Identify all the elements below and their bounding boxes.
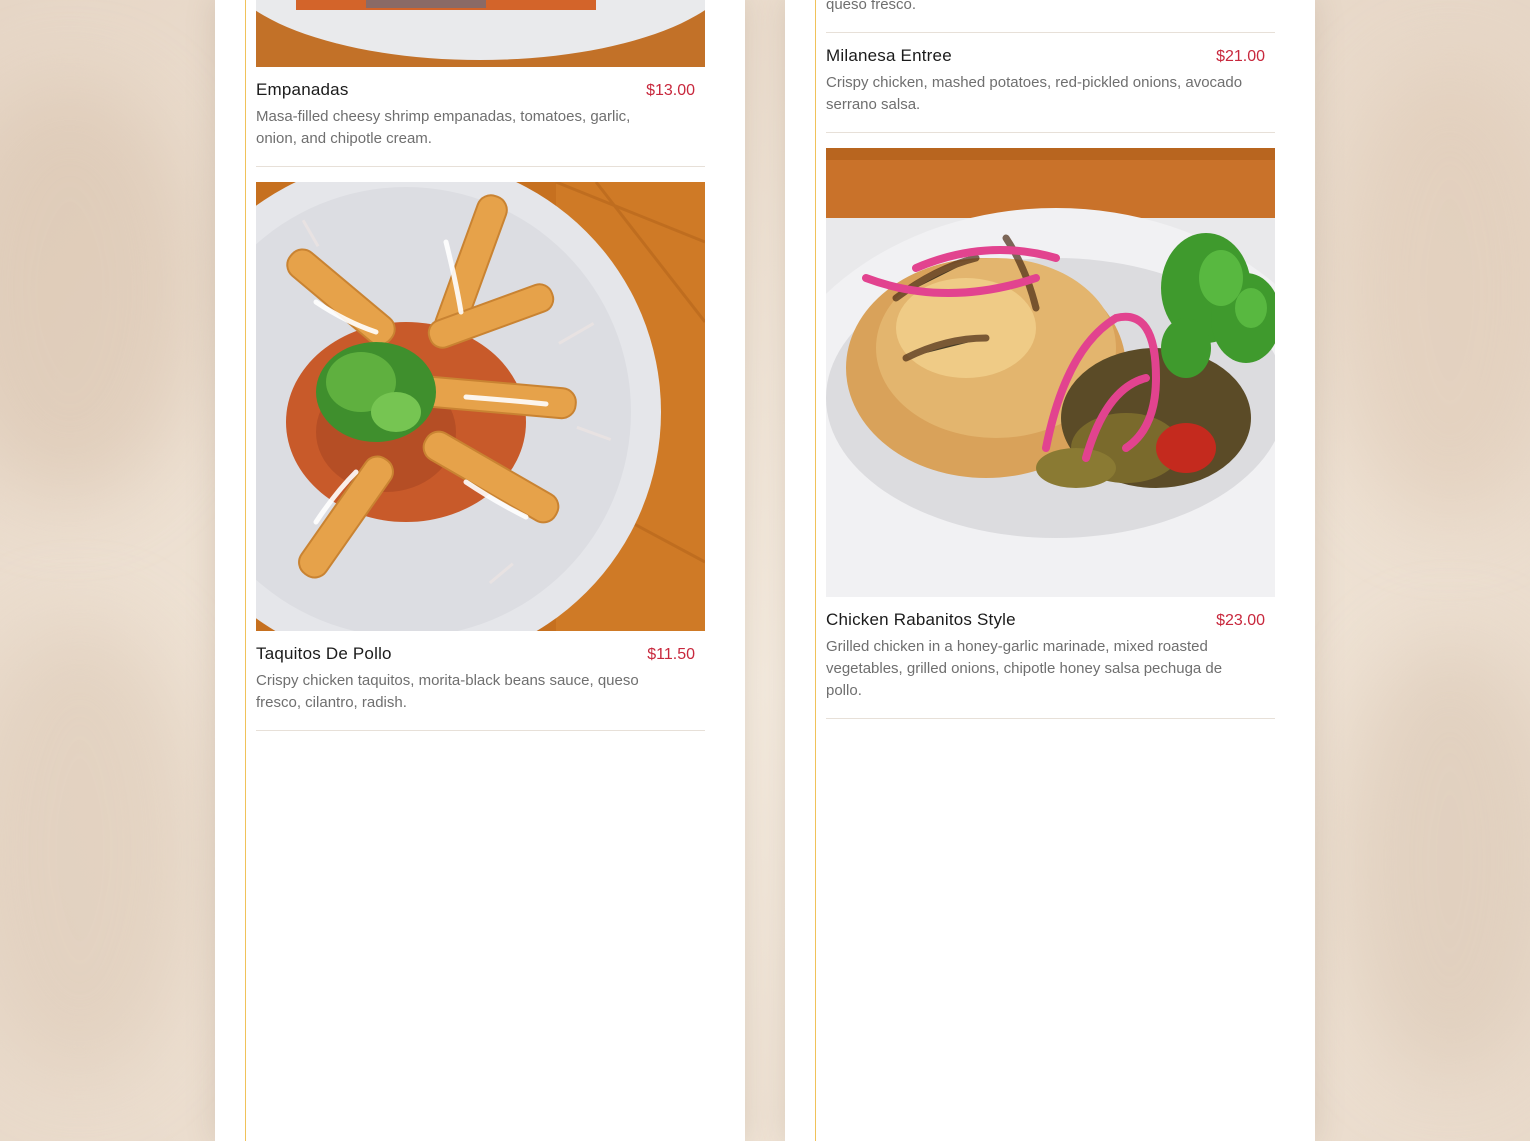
- divider: [256, 166, 705, 167]
- item-name: Milanesa Entree: [826, 46, 952, 65]
- item-price: $13.00: [646, 82, 695, 99]
- item-price: $11.50: [647, 646, 695, 663]
- empanadas-photo: [256, 0, 705, 67]
- item-name: Empanadas: [256, 80, 349, 99]
- item-description: Crispy chicken, mashed potatoes, red-pic…: [826, 74, 1243, 113]
- item-price: $21.00: [1216, 48, 1265, 65]
- background-blob: [0, 620, 200, 1080]
- menu-column-right: queso fresco. Milanesa Entree $21.00 Cri…: [785, 0, 1315, 1141]
- item-name: Taquitos De Pollo: [256, 644, 392, 663]
- column-rail: [815, 0, 816, 1141]
- item-description: queso fresco.: [826, 0, 917, 13]
- divider: [826, 718, 1275, 719]
- menu-item[interactable]: Empanadas $13.00 Masa-filled cheesy shri…: [256, 80, 705, 150]
- taquitos-photo: [256, 182, 705, 631]
- item-name: Chicken Rabanitos Style: [826, 610, 1016, 629]
- chicken-rabanitos-photo: [826, 148, 1275, 597]
- menu-item[interactable]: Milanesa Entree $21.00 Crispy chicken, m…: [826, 46, 1275, 116]
- menu-item[interactable]: Chicken Rabanitos Style $23.00 Grilled c…: [826, 610, 1275, 702]
- menu-column-left: Empanadas $13.00 Masa-filled cheesy shri…: [215, 0, 745, 1141]
- item-description: Crispy chicken taquitos, morita-black be…: [256, 672, 639, 711]
- column-rail: [245, 0, 246, 1141]
- divider: [256, 730, 705, 731]
- background-blob: [1330, 60, 1530, 520]
- item-description: Masa-filled cheesy shrimp empanadas, tom…: [256, 108, 631, 147]
- background-blob: [0, 80, 200, 500]
- divider: [826, 132, 1275, 133]
- menu-item[interactable]: Taquitos De Pollo $11.50 Crispy chicken …: [256, 644, 705, 714]
- item-price: $23.00: [1216, 612, 1265, 629]
- background-blob: [1340, 640, 1530, 1080]
- divider: [826, 32, 1275, 33]
- item-description: Grilled chicken in a honey-garlic marina…: [826, 638, 1223, 699]
